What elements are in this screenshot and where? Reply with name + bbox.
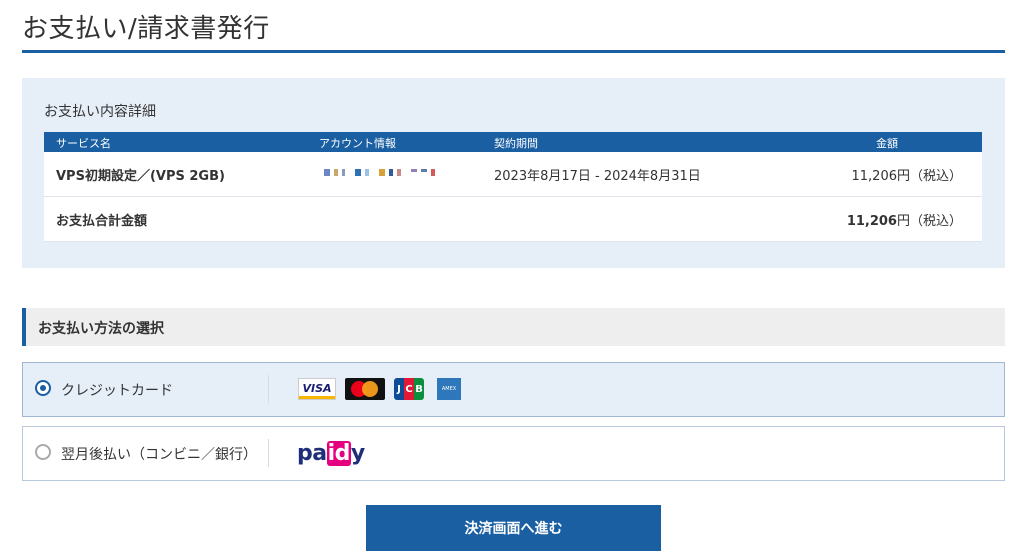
- page-title: お支払い/請求書発行: [22, 14, 270, 44]
- title-underline: [22, 50, 1005, 53]
- deferred-payment-radio[interactable]: [35, 444, 51, 460]
- table-row: VPS初期設定／(VPS 2GB) 2023年8月17日 - 2024年8月31…: [44, 152, 982, 197]
- service-name: VPS初期設定／(VPS 2GB): [56, 169, 225, 184]
- credit-card-label: クレジットカード: [61, 383, 173, 399]
- payment-details-heading: お支払い内容詳細: [44, 104, 156, 120]
- row-amount: 11,206円（税込）: [851, 169, 963, 184]
- payment-method-heading-bar: お支払い方法の選択: [22, 308, 1005, 346]
- payment-details-table: サービス名 アカウント情報 契約期間 金額 VPS初期設定／(VPS 2GB) …: [44, 132, 982, 242]
- mastercard-logo-icon: [345, 378, 385, 400]
- column-header-period: 契約期間: [494, 137, 538, 150]
- payment-option-deferred[interactable]: 翌月後払い（コンビニ／銀行） paidy: [22, 426, 1005, 481]
- visa-logo-icon: VISA: [298, 378, 336, 400]
- proceed-to-payment-button[interactable]: 決済画面へ進む: [366, 505, 661, 551]
- total-amount-unit: 円（税込）: [896, 214, 962, 229]
- option-divider: [268, 375, 269, 403]
- credit-card-radio[interactable]: [35, 380, 51, 396]
- total-amount-number: 11,206: [846, 214, 897, 229]
- paidy-logo-icon: paidy: [297, 441, 365, 466]
- total-label: お支払合計金額: [56, 214, 148, 229]
- total-row: お支払合計金額 11,206円（税込）: [44, 197, 982, 242]
- payment-details-panel: お支払い内容詳細 サービス名 アカウント情報 契約期間 金額 VPS初期設定／(…: [22, 78, 1005, 268]
- account-info-masked: [324, 169, 435, 176]
- column-header-account: アカウント情報: [319, 137, 396, 150]
- payment-option-credit-card[interactable]: クレジットカード VISA JCB AMEX: [22, 362, 1005, 417]
- payment-method-heading: お支払い方法の選択: [38, 321, 164, 337]
- amex-logo-icon: AMEX: [437, 378, 461, 400]
- column-header-service: サービス名: [56, 137, 111, 150]
- deferred-payment-label: 翌月後払い（コンビニ／銀行）: [61, 447, 257, 463]
- total-amount: 11,206円（税込）: [847, 210, 962, 229]
- contract-period: 2023年8月17日 - 2024年8月31日: [494, 169, 701, 184]
- column-header-amount: 金額: [876, 137, 898, 150]
- table-header: サービス名 アカウント情報 契約期間 金額: [44, 132, 982, 152]
- option-divider: [268, 439, 269, 467]
- jcb-logo-icon: JCB: [394, 378, 424, 400]
